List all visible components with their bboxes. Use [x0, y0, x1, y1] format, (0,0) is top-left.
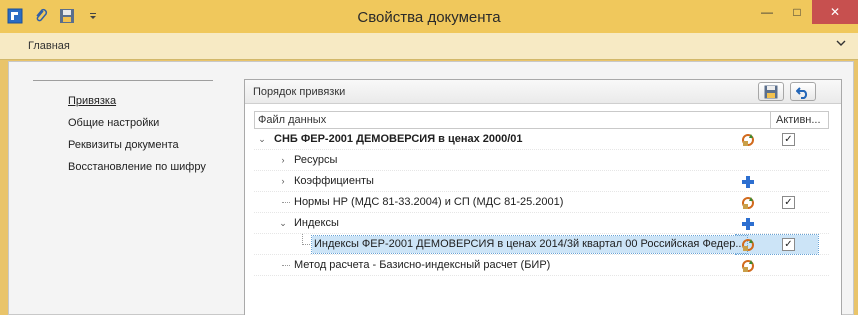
workspace: Привязка Общие настройки Реквизиты докум…	[8, 61, 854, 315]
refresh-icon	[742, 259, 754, 272]
collapse-icon[interactable]: ⌄	[278, 218, 288, 229]
window-title: Свойства документа	[357, 9, 501, 26]
refresh-icon	[742, 133, 754, 146]
column-header-active[interactable]: Активн...	[771, 112, 828, 128]
row-label: Индексы	[294, 217, 339, 229]
expand-icon[interactable]: ›	[278, 176, 288, 186]
tab-main[interactable]: Главная	[28, 40, 70, 52]
tree-connector	[302, 244, 310, 245]
expand-icon[interactable]: ›	[278, 155, 288, 165]
tree-row[interactable]: Метод расчета - Базисно-индексный расчет…	[254, 255, 829, 276]
ribbon: Главная	[0, 33, 858, 60]
active-checkbox[interactable]: ✓	[782, 238, 795, 251]
maximize-button[interactable]: □	[782, 0, 812, 24]
nav-item-binding[interactable]: Привязка	[33, 93, 213, 115]
row-action[interactable]	[739, 173, 757, 190]
tree-row[interactable]: › Коэффициенты	[254, 171, 829, 192]
minimize-icon: —	[761, 5, 773, 19]
floppy-icon	[764, 85, 778, 98]
panel-save-button[interactable]	[758, 82, 784, 101]
nav-item-general-settings[interactable]: Общие настройки	[33, 115, 213, 137]
row-label: Ресурсы	[294, 154, 338, 166]
panel-header: Порядок привязки	[245, 80, 841, 104]
undo-icon	[796, 86, 808, 99]
refresh-icon	[742, 196, 754, 209]
chevron-down-icon	[836, 40, 846, 46]
minimize-button[interactable]: —	[752, 0, 782, 24]
panel-title: Порядок привязки	[253, 86, 346, 98]
row-action[interactable]	[739, 257, 757, 274]
tree-row[interactable]: Индексы ФЕР-2001 ДЕМОВЕРСИЯ в ценах 2014…	[254, 234, 829, 255]
binding-tree-grid: Файл данных Активн... ⌄ СНБ ФЕР-2001 ДЕМ…	[254, 111, 829, 276]
collapse-icon[interactable]: ⌄	[257, 134, 267, 145]
row-label: Метод расчета - Базисно-индексный расчет…	[294, 259, 551, 271]
tree-connector	[282, 202, 290, 203]
refresh-icon	[742, 238, 754, 251]
plus-icon	[742, 175, 754, 188]
nav-separator	[33, 80, 213, 81]
close-button[interactable]: ✕	[812, 0, 858, 24]
tree-row[interactable]: Нормы НР (МДС 81-33.2004) и СП (МДС 81-2…	[254, 192, 829, 213]
close-icon: ✕	[829, 5, 841, 19]
plus-icon	[742, 217, 754, 230]
row-action[interactable]	[739, 194, 757, 211]
ribbon-collapse-button[interactable]	[836, 39, 846, 50]
row-label: Коэффициенты	[294, 175, 374, 187]
grid-header: Файл данных Активн...	[254, 111, 829, 129]
active-checkbox[interactable]: ✓	[782, 196, 795, 209]
maximize-icon: □	[793, 5, 801, 19]
tree-row[interactable]: › Ресурсы	[254, 150, 829, 171]
nav-item-restore-by-code[interactable]: Восстановление по шифру	[33, 159, 213, 181]
row-label: Нормы НР (МДС 81-33.2004) и СП (МДС 81-2…	[294, 196, 564, 208]
tree-connector	[282, 265, 290, 266]
row-label: СНБ ФЕР-2001 ДЕМОВЕРСИЯ в ценах 2000/01	[274, 133, 523, 145]
row-label: Индексы ФЕР-2001 ДЕМОВЕРСИЯ в ценах 2014…	[311, 235, 748, 254]
tree-row[interactable]: ⌄ Индексы	[254, 213, 829, 234]
title-bar: Свойства документа — □ ✕	[0, 0, 858, 33]
row-action[interactable]	[739, 131, 757, 148]
binding-order-panel: Порядок привязки Файл данных Активн... ⌄…	[244, 79, 842, 315]
row-action[interactable]	[739, 215, 757, 232]
panel-undo-button[interactable]	[790, 82, 816, 101]
tree-row[interactable]: ⌄ СНБ ФЕР-2001 ДЕМОВЕРСИЯ в ценах 2000/0…	[254, 129, 829, 150]
row-action[interactable]	[739, 236, 757, 253]
left-navigation: Привязка Общие настройки Реквизиты докум…	[33, 80, 213, 181]
column-header-file[interactable]: Файл данных	[255, 112, 771, 128]
window-controls: — □ ✕	[752, 0, 858, 24]
active-checkbox[interactable]: ✓	[782, 133, 795, 146]
nav-item-document-details[interactable]: Реквизиты документа	[33, 137, 213, 159]
